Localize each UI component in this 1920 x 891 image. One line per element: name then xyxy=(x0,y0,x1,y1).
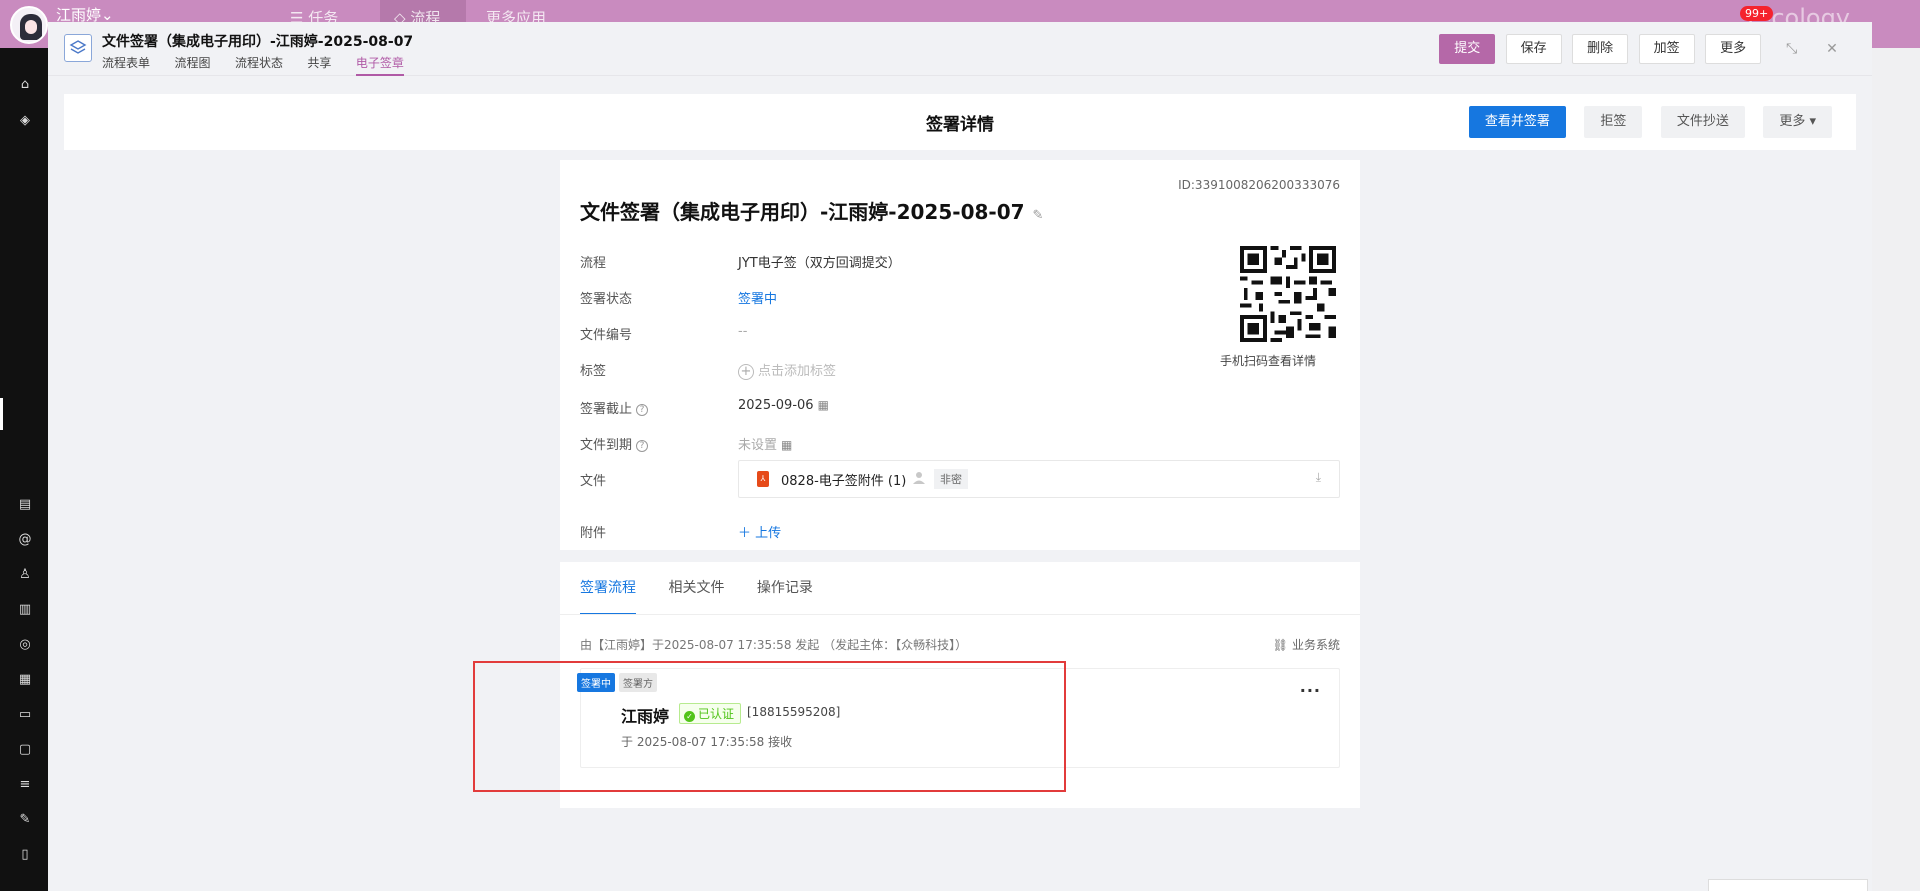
document-id: ID:3391008206200333076 xyxy=(1178,178,1340,192)
people-icon[interactable]: ♙ xyxy=(18,568,32,582)
sign-status-value: 签署中 xyxy=(738,292,778,307)
sign-deadline-value[interactable]: 2025-09-06 ▦ xyxy=(738,398,829,413)
link-icon: ⛓ xyxy=(1272,638,1288,652)
add-circle-icon: + xyxy=(738,364,754,380)
status-badge: 签署中 xyxy=(577,673,615,692)
plus-icon: ＋ xyxy=(738,526,756,541)
upload-button[interactable]: ＋ 上传 xyxy=(738,522,781,541)
delete-button[interactable]: 删除 xyxy=(1572,34,1629,64)
document-title: 文件签署（集成电子用印）-江雨婷-2025-08-07 ✎ xyxy=(580,200,1044,224)
background-right-panel xyxy=(1872,48,1920,891)
add-tag-button[interactable]: + 点击添加标签 xyxy=(738,360,836,380)
signer-item: 签署中 签署方 江雨婷 ✓ 已认证 [18815595208] 于 2025-08-… xyxy=(577,668,1340,768)
collapse-icon[interactable]: ⤡ xyxy=(1782,41,1802,57)
tab-related-files[interactable]: 相关文件 xyxy=(668,562,724,614)
sign-flow-card: 签署流程 相关文件 操作记录 由【江雨婷】于2025-08-07 17:35:5… xyxy=(560,562,1360,808)
pdf-icon: ⅄ xyxy=(757,471,769,487)
received-time: 于 2025-08-07 17:35:58 接收 xyxy=(621,735,793,749)
more-button[interactable]: 更多 xyxy=(1705,34,1762,64)
file-number-value: -- xyxy=(738,324,748,339)
view-and-sign-button[interactable]: 查看并签署 xyxy=(1468,106,1566,138)
tab-form[interactable]: 流程表单 xyxy=(102,54,150,74)
settings-list-icon[interactable]: ≡ xyxy=(18,778,32,792)
signer-phone: [18815595208] xyxy=(747,705,841,719)
flow-value: JYT电子签（双方回调提交） xyxy=(738,256,901,271)
home-icon[interactable]: ⌂ xyxy=(18,78,32,92)
file-expiry-value[interactable]: 未设置 ▦ xyxy=(738,434,792,453)
submit-button[interactable]: 提交 xyxy=(1439,34,1496,64)
countersign-button[interactable]: 加签 xyxy=(1638,34,1695,64)
modal-header: 文件签署（集成电子用印）-江雨婷-2025-08-07 流程表单 流程图 流程状… xyxy=(48,22,1872,76)
help-icon[interactable]: ? xyxy=(636,440,649,452)
modal-tabs: 流程表单 流程图 流程状态 共享 电子签章 xyxy=(102,54,424,76)
copy-file-button[interactable]: 文件抄送 xyxy=(1660,106,1745,138)
modal-toolbar: 提交 保存 删除 加签 更多 ⤡ ✕ xyxy=(1433,34,1842,64)
qr-code xyxy=(1240,246,1336,342)
business-system-link[interactable]: ⛓ 业务系统 xyxy=(1273,636,1340,653)
security-level-tag: 非密 xyxy=(934,469,968,489)
file-name[interactable]: 0828-电子签附件 (1) xyxy=(781,470,906,489)
close-icon[interactable]: ✕ xyxy=(1822,41,1842,57)
file-item[interactable]: ⅄ 0828-电子签附件 (1) 非密 ⤓ xyxy=(738,460,1340,498)
app-left-sidebar: ⌂ ◈ ▤ @ ♙ ▥ ◎ ▦ ▭ ▢ ≡ ✎ ▯ xyxy=(0,48,48,891)
reject-sign-button[interactable]: 拒签 xyxy=(1584,106,1643,138)
sidebar-active-marker xyxy=(0,398,3,430)
nav-task[interactable]: ☰ 任务 xyxy=(290,0,370,27)
user-icon xyxy=(913,471,925,485)
at-icon[interactable]: @ xyxy=(18,533,32,547)
tab-share[interactable]: 共享 xyxy=(307,54,331,74)
initiator-info: 由【江雨婷】于2025-08-07 17:35:58 发起 （发起主体：【众畅科… xyxy=(580,638,968,652)
background-corner-panel xyxy=(1708,879,1868,891)
qr-caption: 手机扫码查看详情 xyxy=(1220,354,1317,368)
sign-actions: 查看并签署 拒签 文件抄送 更多 ▾ xyxy=(1455,106,1832,138)
workflow-modal: 文件签署（集成电子用印）-江雨婷-2025-08-07 流程表单 流程图 流程状… xyxy=(48,22,1872,891)
more-actions-button[interactable]: 更多 ▾ xyxy=(1763,106,1832,138)
calendar-icon: ▦ xyxy=(817,398,829,412)
signer-badges: 签署中 签署方 xyxy=(577,673,657,692)
message-icon[interactable]: ▢ xyxy=(18,743,32,757)
app-top-bar xyxy=(0,0,1920,22)
tab-sign-flow[interactable]: 签署流程 xyxy=(580,563,636,615)
signer-name: 江雨婷 xyxy=(621,707,670,726)
nav-workflow[interactable]: ◇ 流程 xyxy=(380,0,466,27)
edit-icon[interactable]: ✎ xyxy=(18,813,32,827)
location-icon[interactable]: ◎ xyxy=(18,638,32,652)
save-button[interactable]: 保存 xyxy=(1505,34,1562,64)
sign-detail-header: 签署详情 查看并签署 拒签 文件抄送 更多 ▾ xyxy=(64,94,1856,150)
edit-title-icon[interactable]: ✎ xyxy=(1033,208,1044,223)
help-icon[interactable]: ? xyxy=(636,404,649,416)
flow-tabs: 签署流程 相关文件 操作记录 xyxy=(580,562,1340,615)
role-badge: 签署方 xyxy=(619,673,657,692)
tab-flowchart[interactable]: 流程图 xyxy=(174,54,210,74)
doc-icon[interactable]: ▤ xyxy=(18,498,32,512)
tab-divider xyxy=(560,614,1360,615)
more-options-icon[interactable]: ··· xyxy=(1300,681,1321,700)
tab-e-signature[interactable]: 电子签章 xyxy=(355,54,404,76)
folder-icon[interactable]: ▭ xyxy=(18,708,32,722)
card-icon[interactable]: ▦ xyxy=(18,673,32,687)
download-icon[interactable]: ⤓ xyxy=(1316,470,1321,485)
tab-flow-status[interactable]: 流程状态 xyxy=(235,54,283,74)
notification-badge: 99+ xyxy=(1740,6,1774,21)
calendar-icon: ▦ xyxy=(781,438,793,452)
verified-badge: ✓ 已认证 xyxy=(679,703,742,724)
user-avatar[interactable] xyxy=(10,6,48,44)
form-icon[interactable]: ▥ xyxy=(18,603,32,617)
tab-operation-log[interactable]: 操作记录 xyxy=(757,562,813,614)
check-icon: ✓ xyxy=(684,711,695,722)
nav-more-apps[interactable]: 更多应用 xyxy=(486,0,586,27)
workflow-type-icon xyxy=(64,34,92,62)
document-detail-card: ID:3391008206200333076 文件签署（集成电子用印）-江雨婷-… xyxy=(560,160,1360,550)
trash-icon[interactable]: ▯ xyxy=(18,848,32,862)
modal-title: 文件签署（集成电子用印）-江雨婷-2025-08-07 xyxy=(102,34,414,50)
layers-icon[interactable]: ◈ xyxy=(18,114,32,128)
